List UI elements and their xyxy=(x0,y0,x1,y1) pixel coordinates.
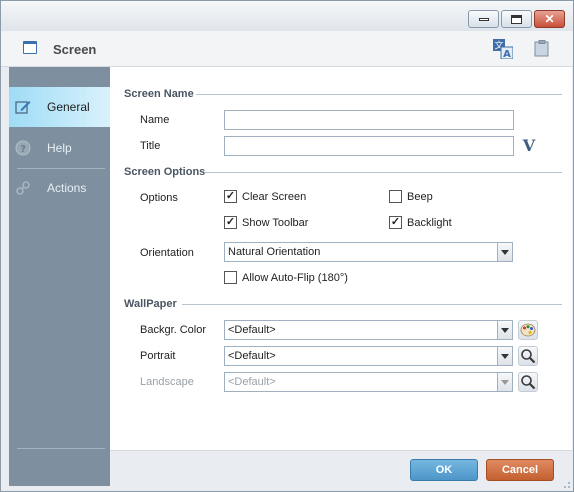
options-label: Options xyxy=(140,192,178,204)
minimize-button[interactable] xyxy=(468,10,499,28)
search-icon xyxy=(521,375,536,390)
palette-icon xyxy=(520,323,536,337)
screen-dialog: ✕ Screen 文 A General ? Help Actions Scre… xyxy=(0,0,574,492)
chevron-down-icon[interactable] xyxy=(497,243,512,261)
chevron-down-icon[interactable] xyxy=(497,373,512,391)
actions-icon xyxy=(16,181,30,195)
landscape-select[interactable]: <Default> xyxy=(224,372,513,392)
sidebar-item-actions[interactable]: Actions xyxy=(9,168,110,208)
search-icon xyxy=(521,349,536,364)
portrait-select[interactable]: <Default> xyxy=(224,346,513,366)
backlight-checkbox[interactable]: ✓ xyxy=(389,216,402,229)
sidebar-item-label: Help xyxy=(47,141,72,155)
clear-screen-label: Clear Screen xyxy=(242,191,307,203)
landscape-browse-button[interactable] xyxy=(518,372,538,392)
portrait-value: <Default> xyxy=(228,350,276,362)
section-screen-name: Screen Name xyxy=(124,88,194,100)
section-divider xyxy=(182,304,562,305)
clear-screen-checkbox[interactable]: ✓ xyxy=(224,190,237,203)
title-bar[interactable]: ✕ xyxy=(1,1,573,31)
section-screen-options: Screen Options xyxy=(124,166,206,178)
sidebar-item-help[interactable]: ? Help xyxy=(9,128,110,168)
translate-icon[interactable]: 文 A xyxy=(493,39,513,59)
help-icon: ? xyxy=(15,140,31,156)
beep-label: Beep xyxy=(407,191,433,203)
cancel-button[interactable]: Cancel xyxy=(486,459,554,481)
maximize-button[interactable] xyxy=(501,10,532,28)
landscape-value: <Default> xyxy=(228,376,276,388)
ok-button[interactable]: OK xyxy=(410,459,478,481)
show-toolbar-checkbox[interactable]: ✓ xyxy=(224,216,237,229)
sidebar-item-general[interactable]: General xyxy=(9,87,110,127)
clipboard-icon[interactable] xyxy=(534,40,550,57)
auto-flip-checkbox[interactable] xyxy=(224,271,237,284)
color-picker-button[interactable] xyxy=(518,320,538,340)
sidebar-divider-bottom xyxy=(17,448,105,449)
edit-icon xyxy=(15,101,31,114)
background-color-select[interactable]: <Default> xyxy=(224,320,513,340)
chevron-down-icon[interactable] xyxy=(497,321,512,339)
general-panel: Screen Name Name Title V Screen Options … xyxy=(110,67,572,450)
beep-checkbox[interactable] xyxy=(389,190,402,203)
section-divider xyxy=(204,172,562,173)
dialog-footer: OK Cancel xyxy=(110,450,572,486)
variable-icon[interactable]: V xyxy=(518,136,540,156)
name-input[interactable] xyxy=(224,110,514,130)
background-color-label: Backgr. Color xyxy=(140,324,207,336)
orientation-value: Natural Orientation xyxy=(228,246,321,258)
minimize-icon xyxy=(478,17,489,21)
sidebar-item-label: General xyxy=(47,100,90,114)
dialog-title: Screen xyxy=(53,42,97,57)
close-icon: ✕ xyxy=(544,12,555,26)
section-divider xyxy=(196,94,562,95)
landscape-label: Landscape xyxy=(140,376,194,388)
section-wallpaper: WallPaper xyxy=(124,298,177,310)
resize-grip-icon[interactable] xyxy=(561,479,571,489)
portrait-label: Portrait xyxy=(140,350,176,362)
close-button[interactable]: ✕ xyxy=(534,10,565,28)
orientation-select[interactable]: Natural Orientation xyxy=(224,242,513,262)
dialog-header: Screen 文 A xyxy=(1,31,573,67)
show-toolbar-label: Show Toolbar xyxy=(242,217,309,229)
backlight-label: Backlight xyxy=(407,217,452,229)
svg-text:?: ? xyxy=(20,144,26,155)
title-input[interactable] xyxy=(224,136,514,156)
svg-text:A: A xyxy=(503,49,511,59)
maximize-icon xyxy=(511,14,522,24)
background-color-value: <Default> xyxy=(228,324,276,336)
sidebar-item-label: Actions xyxy=(47,181,87,195)
orientation-label: Orientation xyxy=(140,247,194,259)
name-label: Name xyxy=(140,114,170,126)
sidebar: General ? Help Actions xyxy=(9,67,110,486)
portrait-browse-button[interactable] xyxy=(518,346,538,366)
auto-flip-label: Allow Auto-Flip (180°) xyxy=(242,272,348,284)
chevron-down-icon[interactable] xyxy=(497,347,512,365)
screen-icon xyxy=(23,41,37,54)
title-label: Title xyxy=(140,140,161,152)
